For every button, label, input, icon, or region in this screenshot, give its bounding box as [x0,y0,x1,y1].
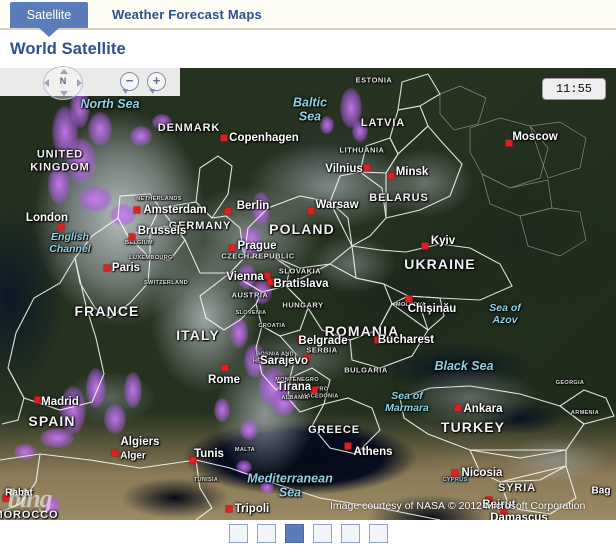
city-marker [363,164,371,172]
city-marker [344,442,352,450]
page-title: World Satellite [10,40,126,58]
city-marker [189,456,197,464]
city-marker [307,207,315,215]
pan-up-icon[interactable] [60,69,68,74]
zoom-out-button[interactable]: − [120,72,139,94]
city-marker [505,139,513,147]
city-marker [220,134,228,142]
tab-satellite[interactable]: Satellite [10,2,88,37]
pan-down-icon[interactable] [60,91,68,96]
map-canvas[interactable]: North Sea Baltic Sea English Channel Sea o… [0,68,616,520]
city-marker [303,354,311,362]
city-marker [267,278,275,286]
compass-north-label: N [59,76,67,86]
satellite-map[interactable]: North Sea Baltic Sea English Channel Sea o… [0,68,616,520]
attribution-nasa: Image courtesy of NASA [330,500,445,512]
city-marker [111,449,119,457]
city-marker [221,364,229,372]
attribution-microsoft: © 2012 Microsoft Corporation [448,500,586,512]
city-marker [454,404,462,412]
city-marker [310,386,318,394]
pager-item-5[interactable] [340,524,360,543]
city-marker [34,396,42,404]
city-marker [374,336,382,344]
city-marker [405,295,413,303]
tab-bar: Satellite Weather Forecast Maps [0,0,616,37]
city-marker [128,233,136,241]
bing-logo: bing [8,484,53,513]
map-time-badge: 11:55 [542,78,606,100]
city-marker [228,244,236,252]
city-marker [225,505,233,513]
map-pager [0,524,616,554]
pager-item-4[interactable] [312,524,332,543]
city-marker [224,207,232,215]
map-precipitation-layer [0,68,616,520]
city-marker [387,172,395,180]
city-marker [103,264,111,272]
pager-item-6[interactable] [368,524,388,543]
pager-item-3[interactable] [284,524,304,543]
city-marker [421,242,429,250]
zoom-in-button[interactable]: + [147,72,166,94]
city-marker [297,336,305,344]
pager-item-2[interactable] [256,524,276,543]
city-marker [57,223,65,231]
city-marker [133,206,141,214]
pager-item-1[interactable] [228,524,248,543]
compass-control[interactable]: N [40,66,86,100]
tab-weather-forecast-maps[interactable]: Weather Forecast Maps [112,2,262,28]
city-marker [451,469,459,477]
